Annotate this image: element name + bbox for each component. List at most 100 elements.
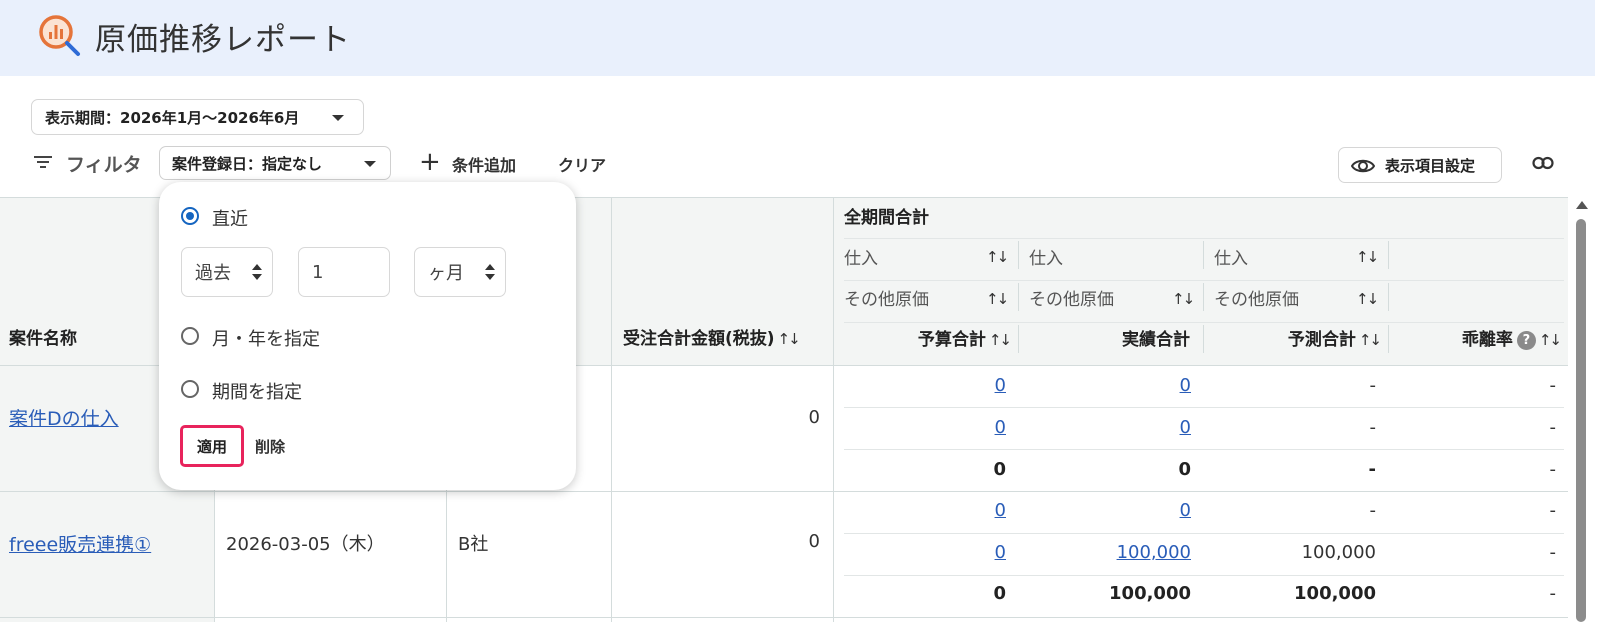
vertical-scrollbar[interactable] xyxy=(1574,199,1588,622)
radio-recent-label: 直近 xyxy=(212,209,248,230)
sub-column-divider xyxy=(1388,283,1389,311)
sort-icon[interactable]: ↑↓ xyxy=(1359,331,1382,349)
sort-icon[interactable]: ↑↓ xyxy=(1356,248,1379,266)
column-header-deviation-label: 乖離率 xyxy=(1461,330,1513,350)
unit-select[interactable]: ヶ月 xyxy=(414,247,506,297)
page-header: 原価推移レポート xyxy=(0,0,1595,76)
client-cell: B社 xyxy=(458,534,489,555)
eye-icon xyxy=(1351,159,1375,173)
sub-header-purchase: 仕入 xyxy=(1214,249,1248,269)
column-header-deviation[interactable]: 乖離率? ↑↓ xyxy=(1420,325,1562,350)
actual-total-cell: 100,000 xyxy=(1109,583,1191,604)
sub-row-divider xyxy=(844,575,1564,576)
row-divider xyxy=(0,617,1568,618)
forecast-cell: - xyxy=(1369,375,1377,396)
sub-header-divider xyxy=(844,280,1564,281)
up-down-arrows-icon xyxy=(485,264,495,282)
deviation-cell: - xyxy=(1549,375,1557,396)
column-header-actual: 実績合計 xyxy=(1122,330,1190,350)
sub-row-divider xyxy=(844,407,1564,408)
deviation-cell: - xyxy=(1549,459,1557,480)
column-header-project-name[interactable]: 案件名称 xyxy=(9,324,77,349)
deviation-cell: - xyxy=(1549,583,1557,604)
project-link[interactable]: 案件Dの仕入 xyxy=(9,404,119,431)
sub-column-divider xyxy=(1388,241,1389,269)
up-down-arrows-icon xyxy=(252,264,262,282)
delete-button[interactable]: 削除 xyxy=(255,436,285,457)
scrollbar-thumb[interactable] xyxy=(1576,219,1586,622)
column-header-forecast[interactable]: 予測合計 ↑↓ xyxy=(1240,325,1382,350)
budget-link[interactable]: 0 xyxy=(900,500,1006,521)
apply-button[interactable]: 適用 xyxy=(180,425,244,467)
link-icon[interactable] xyxy=(1532,156,1554,170)
sub-column-divider xyxy=(1203,241,1204,269)
forecast-total-cell: 100,000 xyxy=(1294,583,1376,604)
amount-input-value: 1 xyxy=(312,261,324,283)
sub-header-divider xyxy=(844,322,1564,323)
clear-button[interactable]: クリア xyxy=(558,152,606,176)
display-settings-label: 表示項目設定 xyxy=(1385,156,1476,175)
deviation-cell: - xyxy=(1549,500,1557,521)
radio-month-year-label: 月・年を指定 xyxy=(212,329,320,350)
display-settings-button[interactable]: 表示項目設定 xyxy=(1338,147,1502,183)
sort-icon[interactable]: ↑↓ xyxy=(1539,331,1562,349)
sub-column-divider xyxy=(1203,283,1204,311)
budget-total-cell: 0 xyxy=(993,583,1006,604)
sub-column-divider xyxy=(1018,241,1019,269)
period-select-label: 表示期間：2026年1月〜2026年6月 xyxy=(45,108,300,127)
add-condition-button[interactable]: 条件追加 xyxy=(452,152,516,176)
column-header-order-total-label: 受注合計金額(税抜) xyxy=(623,329,775,349)
sub-header-other-cost: その他原価 xyxy=(1214,290,1299,310)
actual-link[interactable]: 0 xyxy=(1060,500,1191,521)
past-select-value: 過去 xyxy=(195,263,231,284)
past-select[interactable]: 過去 xyxy=(181,247,273,297)
column-header-order-total[interactable]: 受注合計金額(税抜) ↑↓ xyxy=(623,324,801,349)
actual-link[interactable]: 0 xyxy=(1060,417,1191,438)
column-divider xyxy=(611,197,612,622)
sort-icon[interactable]: ↑↓ xyxy=(986,248,1009,266)
sub-header-purchase: 仕入 xyxy=(844,249,878,269)
scroll-up-arrow-icon[interactable] xyxy=(1576,201,1588,209)
forecast-total-cell: - xyxy=(1368,459,1376,480)
sub-column-divider xyxy=(1018,325,1019,353)
radio-month-year[interactable] xyxy=(181,327,199,345)
sort-icon[interactable]: ↑↓ xyxy=(1356,290,1379,308)
sort-icon[interactable]: ↑↓ xyxy=(778,330,801,348)
radio-recent[interactable] xyxy=(181,207,199,225)
deviation-cell: - xyxy=(1549,417,1557,438)
column-divider xyxy=(833,197,834,622)
filter-chip-label: 案件登録日：指定なし xyxy=(172,154,323,173)
radio-range-label: 期間を指定 xyxy=(212,382,302,403)
budget-link[interactable]: 0 xyxy=(900,417,1006,438)
sort-icon[interactable]: ↑↓ xyxy=(1172,290,1195,308)
forecast-cell: 100,000 xyxy=(1301,542,1376,563)
registration-date-filter-chip[interactable]: 案件登録日：指定なし xyxy=(159,146,391,180)
sort-icon[interactable]: ↑↓ xyxy=(989,331,1012,349)
sub-column-divider xyxy=(1388,325,1389,353)
sub-row-divider xyxy=(844,533,1564,534)
actual-total-cell: 0 xyxy=(1178,459,1191,480)
actual-link[interactable]: 100,000 xyxy=(1060,542,1191,563)
budget-link[interactable]: 0 xyxy=(900,542,1006,563)
sub-column-divider xyxy=(1203,325,1204,353)
forecast-cell: - xyxy=(1369,500,1377,521)
row-divider xyxy=(0,491,1568,492)
column-header-forecast-label: 予測合計 xyxy=(1287,330,1356,350)
chevron-down-icon xyxy=(364,161,376,167)
plus-icon[interactable]: + xyxy=(419,149,441,175)
project-link[interactable]: freee販売連携① xyxy=(9,530,151,557)
actual-link[interactable]: 0 xyxy=(1060,375,1191,396)
radio-range[interactable] xyxy=(181,380,199,398)
group-header-divider xyxy=(844,238,1564,239)
column-header-budget[interactable]: 予算合計 ↑↓ xyxy=(900,325,1012,350)
sort-icon[interactable]: ↑↓ xyxy=(986,290,1009,308)
order-total-cell: 0 xyxy=(808,407,820,428)
page-title: 原価推移レポート xyxy=(95,22,351,58)
amount-input[interactable]: 1 xyxy=(298,247,390,297)
help-icon[interactable]: ? xyxy=(1516,331,1536,350)
report-search-icon xyxy=(39,15,80,56)
date-filter-popover: 直近 過去 1 ヶ月 月・年を指定 期間を指定 適用 削除 xyxy=(159,182,576,490)
period-select[interactable]: 表示期間：2026年1月〜2026年6月 xyxy=(31,99,364,135)
filter-icon[interactable] xyxy=(34,155,52,169)
budget-link[interactable]: 0 xyxy=(900,375,1006,396)
